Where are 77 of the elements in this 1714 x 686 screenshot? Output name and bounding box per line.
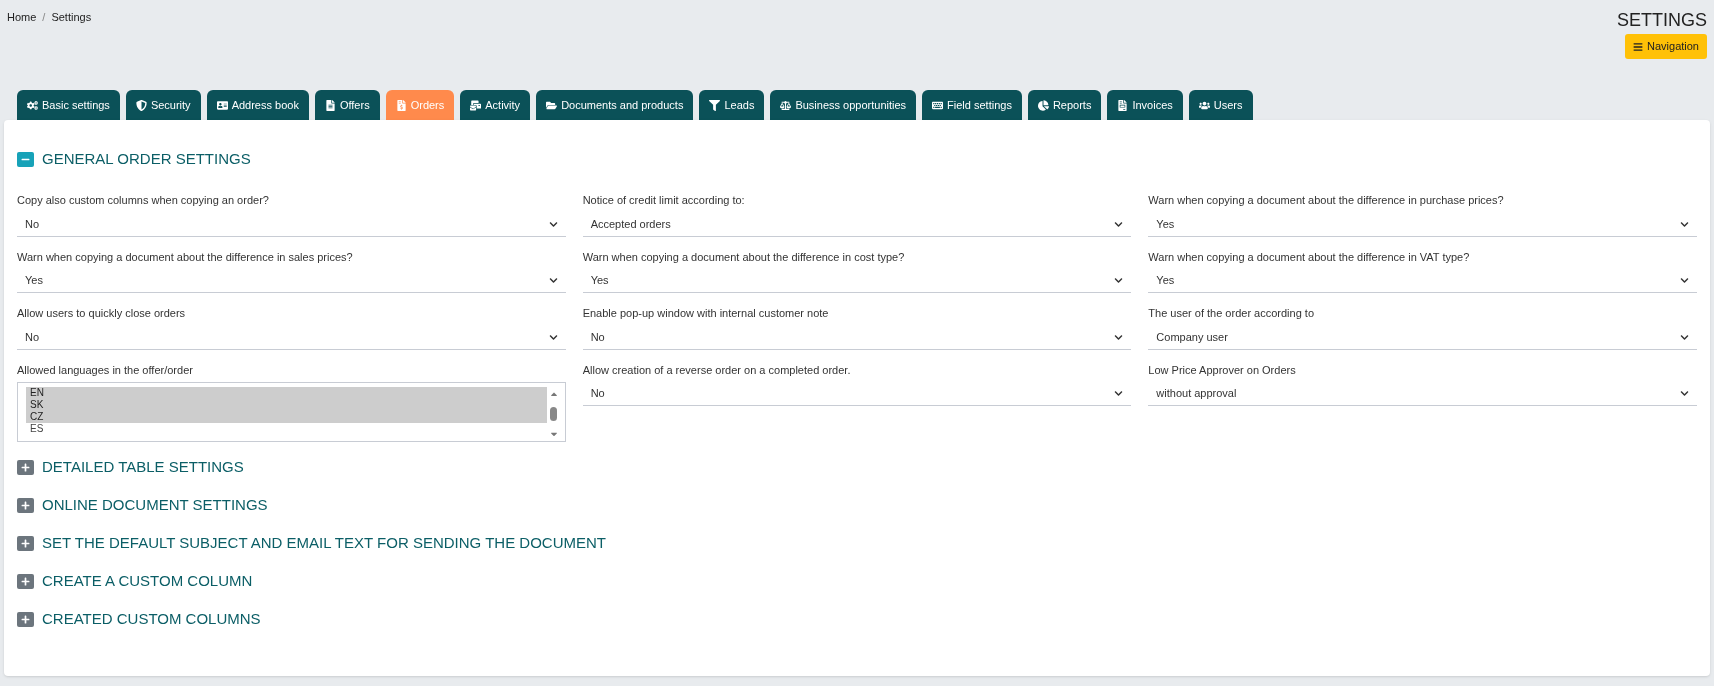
list-option[interactable]: EN — [26, 387, 547, 399]
field-label: Low Price Approver on Orders — [1148, 362, 1297, 378]
list-option[interactable]: CZ — [26, 411, 547, 423]
document-icon — [324, 99, 336, 111]
tab[interactable]: Address book — [206, 90, 309, 120]
field-label: Warn when copying a document about the difference in cost type? — [582, 249, 906, 265]
select-field[interactable]: Yes — [582, 269, 1132, 293]
select-field[interactable]: No — [582, 325, 1132, 350]
tab[interactable]: Invoices — [1107, 90, 1183, 120]
select-field[interactable]: Company user — [1148, 325, 1697, 350]
field-label: Allowed languages in the offer/order — [17, 362, 194, 378]
chevron-down-icon — [1680, 389, 1689, 398]
field-label: Allow creation of a reverse order on a completed order. — [582, 362, 852, 378]
page-title: SETTINGS — [1617, 9, 1707, 31]
section-header[interactable]: SET THE DEFAULT SUBJECT AND EMAIL TEXT FOR SENDING THE DOCUMENT — [17, 524, 1697, 562]
chevron-down-icon — [1680, 276, 1689, 285]
section-header[interactable]: CREATE A CUSTOM COLUMN — [17, 562, 1697, 600]
chevron-down-icon — [1680, 332, 1689, 342]
list-option[interactable]: SK — [26, 399, 547, 411]
menu-icon — [1633, 41, 1643, 52]
users-icon — [1198, 99, 1210, 111]
select-field[interactable]: without approval — [1148, 382, 1697, 406]
breadcrumb-current: Settings — [51, 10, 92, 25]
field-label: The user of the order according to — [1148, 306, 1316, 321]
document-icon — [1117, 99, 1129, 111]
field-label: Warn when copying a document about the difference in purchase prices? — [1148, 193, 1505, 208]
scales-icon — [780, 99, 792, 111]
section-header[interactable]: CREATED CUSTOM COLUMNS — [17, 600, 1697, 638]
chevron-down-icon — [548, 332, 558, 342]
document-icon — [395, 99, 407, 111]
field-label: Warn when copying a document about the difference in sales prices? — [17, 249, 354, 265]
tab[interactable]: Leads — [699, 90, 765, 120]
select-field[interactable]: Yes — [17, 269, 566, 293]
list-option[interactable]: ES — [26, 423, 547, 435]
select-field[interactable]: No — [17, 212, 566, 237]
keyboard-icon — [932, 99, 944, 111]
chevron-down-icon — [1680, 219, 1689, 229]
chevron-down-icon — [1114, 219, 1124, 229]
breadcrumb-separator: / — [42, 10, 46, 25]
tab[interactable]: Reports — [1027, 90, 1102, 120]
section-header[interactable]: DETAILED TABLE SETTINGS — [17, 448, 1697, 486]
scrollbar-thumb[interactable] — [550, 407, 558, 421]
mail-stack-icon — [470, 99, 482, 111]
breadcrumb-link[interactable]: Home — [7, 9, 37, 26]
field-label: Copy also custom columns when copying an order? — [17, 193, 270, 208]
tab[interactable]: Documents and products — [536, 90, 694, 120]
tab[interactable]: Activity — [460, 90, 531, 120]
select-field[interactable]: Accepted orders — [582, 212, 1132, 237]
folder-icon — [546, 99, 558, 111]
tab[interactable]: Field settings — [922, 90, 1022, 120]
field-label: Warn when copying a document about the difference in VAT type? — [1148, 249, 1471, 265]
language-list-field[interactable]: EN SK CZ ES — [17, 382, 566, 442]
select-field[interactable]: Yes — [1148, 269, 1697, 293]
chevron-down-icon — [1114, 389, 1124, 398]
select-field[interactable]: Yes — [1148, 212, 1697, 237]
select-field[interactable]: No — [17, 325, 566, 350]
chevron-down-icon — [1114, 276, 1124, 285]
shield-icon — [135, 99, 147, 111]
contact-card-icon — [216, 99, 228, 111]
section-header[interactable]: GENERAL ORDER SETTINGS — [17, 140, 1697, 178]
tab[interactable]: Users — [1188, 90, 1253, 120]
pie-chart-icon — [1037, 99, 1049, 111]
chevron-down-icon — [548, 219, 558, 229]
field-label: Allow users to quickly close orders — [17, 306, 187, 321]
chevron-down-icon — [548, 276, 558, 285]
funnel-icon — [709, 99, 721, 111]
tab[interactable]: Security — [125, 90, 201, 120]
select-field[interactable]: No — [582, 382, 1132, 406]
navigation-button[interactable]: Navigation — [1625, 34, 1707, 59]
gears-icon — [27, 99, 38, 111]
field-label: Notice of credit limit according to: — [582, 193, 746, 208]
tab[interactable]: Offers — [314, 90, 380, 120]
chevron-down-icon — [1114, 332, 1124, 342]
field-label: Enable pop-up window with internal customer note — [582, 306, 830, 321]
section-header[interactable]: ONLINE DOCUMENT SETTINGS — [17, 486, 1697, 524]
tab[interactable]: Basic settings — [17, 90, 120, 120]
tab[interactable]: Business opportunities — [770, 90, 917, 120]
